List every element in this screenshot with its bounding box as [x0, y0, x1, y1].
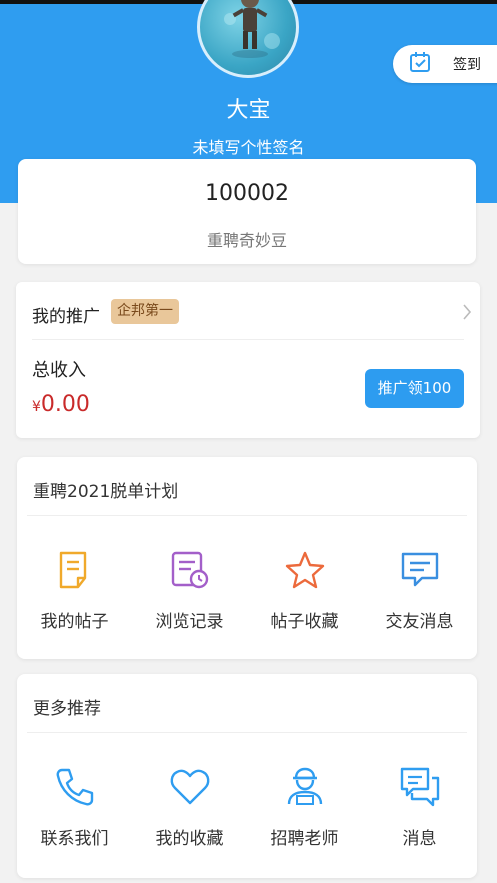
chevron-right-icon[interactable] — [462, 303, 472, 325]
beans-label: 重聘奇妙豆 — [206, 231, 287, 250]
document-icon — [54, 549, 96, 591]
grid-item-label: 交友消息 — [385, 612, 454, 632]
grid-item-label: 我的收藏 — [155, 829, 224, 849]
promotion-button[interactable]: 推广领100 — [365, 369, 464, 408]
promotion-title[interactable]: 我的推广 — [32, 302, 100, 327]
grid-item-my-collection[interactable]: 我的收藏 — [132, 766, 247, 849]
calendar-check-icon — [409, 51, 431, 77]
beans-card[interactable]: 100002 重聘奇妙豆 — [18, 159, 476, 264]
grid-item-contact[interactable]: 联系我们 — [17, 766, 132, 849]
more-card: 更多推荐 联系我们 我的收藏 招聘老师 消息 — [17, 674, 477, 878]
grid-item-favorites[interactable]: 帖子收藏 — [247, 549, 362, 632]
avatar[interactable] — [197, 0, 299, 78]
grid-item-dating-messages[interactable]: 交友消息 — [362, 549, 477, 632]
avatar-figure-icon — [224, 0, 280, 58]
signin-button[interactable]: 签到 — [393, 45, 497, 83]
grid-item-my-posts[interactable]: 我的帖子 — [17, 549, 132, 632]
grid-item-label: 消息 — [402, 829, 437, 849]
grid-item-label: 浏览记录 — [155, 612, 224, 632]
more-title: 更多推荐 — [33, 699, 101, 719]
income-amount: 0.00 — [40, 392, 90, 417]
more-grid: 联系我们 我的收藏 招聘老师 消息 — [17, 766, 477, 849]
nickname: 大宝 — [226, 98, 271, 123]
signature-text[interactable]: 未填写个性签名 — [0, 134, 497, 158]
divider — [27, 515, 467, 516]
grid-item-label: 我的帖子 — [40, 612, 109, 632]
heart-icon — [169, 766, 211, 808]
promotion-badge: 企邦第一 — [111, 299, 179, 324]
beans-value: 100002 — [205, 181, 289, 206]
chat-icon — [399, 549, 441, 591]
grid-item-label: 联系我们 — [40, 829, 109, 849]
grid-item-label: 帖子收藏 — [270, 612, 339, 632]
divider — [27, 732, 467, 733]
divider — [32, 339, 464, 340]
income-value: ¥0.00 — [32, 392, 90, 417]
signin-label: 签到 — [453, 57, 481, 73]
plan-title: 重聘2021脱单计划 — [33, 482, 179, 502]
plan-grid: 我的帖子 浏览记录 帖子收藏 交友消息 — [17, 549, 477, 632]
grid-item-messages[interactable]: 消息 — [362, 766, 477, 849]
phone-icon — [54, 766, 96, 808]
star-icon — [284, 549, 326, 591]
income-label: 总收入 — [32, 360, 86, 381]
grid-item-label: 招聘老师 — [270, 829, 339, 849]
plan-card: 重聘2021脱单计划 我的帖子 浏览记录 帖子收藏 交友消息 — [17, 457, 477, 659]
messages-icon — [399, 766, 441, 808]
promotion-card: 我的推广 企邦第一 总收入 ¥0.00 推广领100 — [16, 282, 480, 438]
currency-symbol: ¥ — [32, 399, 41, 415]
teacher-icon — [284, 766, 326, 808]
history-icon — [169, 549, 211, 591]
grid-item-history[interactable]: 浏览记录 — [132, 549, 247, 632]
grid-item-recruit-teacher[interactable]: 招聘老师 — [247, 766, 362, 849]
